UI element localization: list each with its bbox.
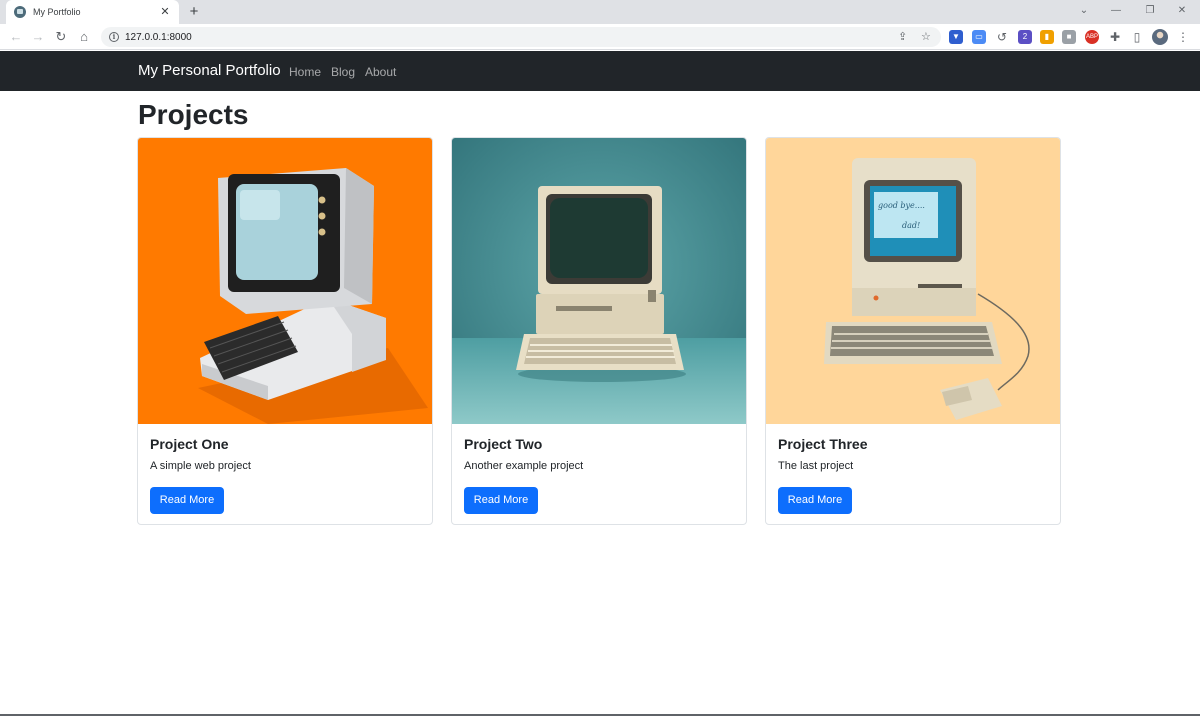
- project-title: Project One: [150, 436, 229, 452]
- project-card-three: good bye.... dad! Project Three The last…: [765, 137, 1061, 525]
- browser-tab[interactable]: My Portfolio ✕: [6, 0, 179, 24]
- share-icon[interactable]: ⇪: [898, 27, 907, 47]
- project-title: Project Three: [778, 436, 868, 452]
- read-more-button[interactable]: Read More: [464, 487, 538, 514]
- vintage-computer-illustration-three: good bye.... dad!: [766, 138, 1060, 424]
- browser-toolbar: ← → ↻ ⌂ i 127.0.0.1:8000 ⇪ ☆ ▼ ▭ ↺ 2 ▮ ■…: [0, 24, 1200, 50]
- read-more-button[interactable]: Read More: [150, 487, 224, 514]
- extension-lock-icon[interactable]: ▮: [1040, 30, 1054, 44]
- nav-link-home[interactable]: Home: [289, 65, 321, 79]
- extension-shield-icon[interactable]: ▼: [949, 30, 963, 44]
- nav-link-about[interactable]: About: [365, 65, 396, 79]
- extension-window-icon[interactable]: ▭: [972, 30, 986, 44]
- site-navbar: My Personal Portfolio Home Blog About: [0, 51, 1200, 91]
- project-description: A simple web project: [150, 460, 251, 472]
- read-more-button[interactable]: Read More: [778, 487, 852, 514]
- side-panel-icon[interactable]: ▯: [1130, 29, 1144, 45]
- adblock-label: ABP: [1085, 34, 1098, 40]
- restore-icon[interactable]: ❐: [1142, 3, 1158, 19]
- profile-avatar[interactable]: [1152, 29, 1168, 45]
- back-icon[interactable]: ←: [8, 29, 24, 45]
- favicon-icon: [14, 6, 26, 18]
- project-card-two: Project Two Another example project Read…: [451, 137, 747, 525]
- bookmark-star-icon[interactable]: ☆: [921, 27, 931, 47]
- forward-icon[interactable]: →: [30, 29, 46, 45]
- url-text[interactable]: 127.0.0.1:8000: [125, 32, 192, 43]
- vintage-computer-illustration-one: [138, 138, 432, 424]
- extension-refresh-icon[interactable]: ↺: [995, 29, 1009, 45]
- tab-title: My Portfolio: [33, 7, 81, 17]
- extension-badge-count: 2: [1022, 32, 1028, 41]
- screen-line-two: dad!: [902, 221, 920, 230]
- extension-badge-icon[interactable]: 2: [1018, 30, 1032, 44]
- navbar-brand[interactable]: My Personal Portfolio: [138, 62, 281, 79]
- screen-line-one: good bye....: [878, 201, 925, 210]
- menu-kebab-icon[interactable]: ⋮: [1176, 29, 1190, 45]
- extensions-puzzle-icon[interactable]: ✚: [1108, 29, 1122, 45]
- minimize-icon[interactable]: —: [1108, 3, 1124, 19]
- project-image-three: good bye.... dad!: [766, 138, 1060, 424]
- project-description: The last project: [778, 460, 854, 472]
- project-image-two: [452, 138, 746, 424]
- home-icon[interactable]: ⌂: [76, 29, 92, 45]
- reload-icon[interactable]: ↻: [53, 29, 69, 45]
- extension-box-icon[interactable]: ■: [1062, 30, 1076, 44]
- project-description: Another example project: [464, 460, 584, 472]
- vintage-computer-illustration-two: [452, 138, 746, 424]
- adblock-icon[interactable]: ABP: [1085, 30, 1099, 44]
- address-bar[interactable]: i 127.0.0.1:8000 ⇪ ☆: [101, 27, 941, 47]
- project-title: Project Two: [464, 436, 543, 452]
- browser-tabstrip: My Portfolio ✕ + ⌄ — ❐ ✕: [0, 0, 1200, 24]
- new-tab-button[interactable]: +: [185, 2, 203, 22]
- tab-close-icon[interactable]: ✕: [159, 6, 171, 18]
- tab-search-icon[interactable]: ⌄: [1076, 3, 1092, 19]
- site-info-icon[interactable]: i: [109, 32, 119, 42]
- project-image-one: [138, 138, 432, 424]
- page-title: Projects: [138, 99, 249, 130]
- nav-link-blog[interactable]: Blog: [331, 65, 355, 79]
- project-card-one: Project One A simple web project Read Mo…: [137, 137, 433, 525]
- close-window-icon[interactable]: ✕: [1174, 3, 1190, 19]
